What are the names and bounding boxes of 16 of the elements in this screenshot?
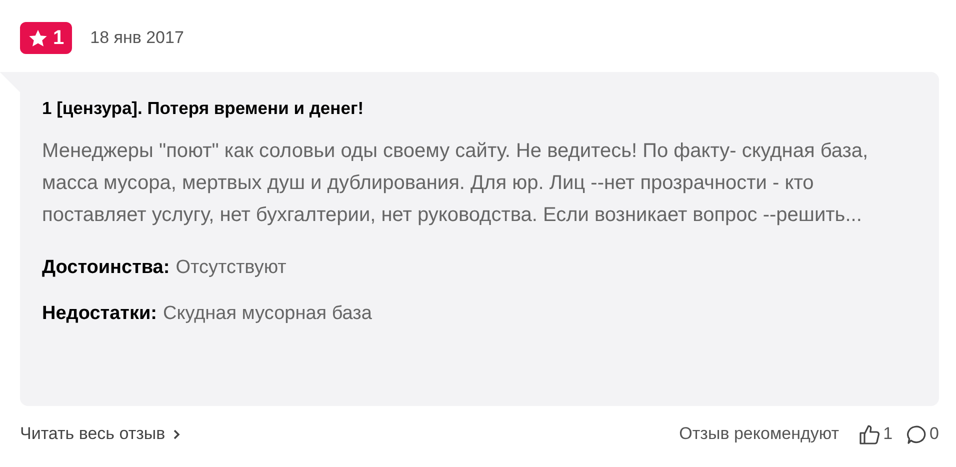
rating-badge: 1 [20,22,72,54]
recommend-label: Отзыв рекомендуют [679,424,840,444]
review-title: 1 [цензура]. Потеря времени и денег! [42,98,365,119]
detail-value: Скудная мусорная база [162,302,372,326]
review-date: 18 янв 2017 [90,28,184,48]
read-full-review-link[interactable]: Читать весь отзыв [20,424,180,444]
thumbs-up-icon [859,424,882,444]
comments-button[interactable]: 0 [906,424,939,444]
detail-value: Отсутствуют [176,256,286,280]
star-icon [28,28,48,48]
speech-bubble-icon [906,424,928,444]
like-button[interactable]: 1 [859,424,893,444]
chevron-right-icon [173,428,180,440]
detail-label: Достоинства: [42,256,170,280]
review-text: Менеджеры "поют" как соловьи оды своему сайту. Не ведитесь! По факту- скудная база, масса мусора, мертвых душ и дублирования. Для юр. Лиц --нет прозрачности - кто поставляет услугу, нет бухгалтерии, нет руководства. Если возникает вопрос --решить... [42,139,870,228]
detail-label: Недостатки: [42,302,157,326]
